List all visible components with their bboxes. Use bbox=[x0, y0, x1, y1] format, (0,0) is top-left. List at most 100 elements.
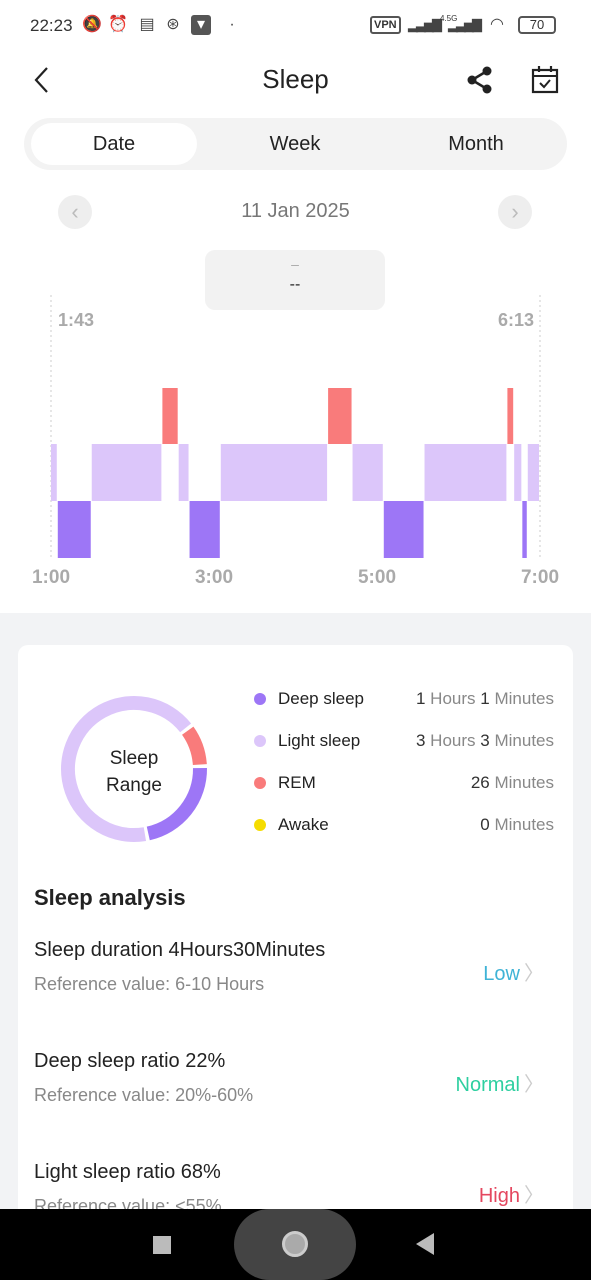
next-day-button[interactable]: › bbox=[498, 195, 532, 229]
minutes-unit: Minutes bbox=[494, 731, 554, 750]
tooltip-stage: -- bbox=[289, 276, 301, 293]
metric-value: 4Hours30Minutes bbox=[168, 939, 326, 961]
minutes-value: 0 bbox=[480, 815, 490, 834]
metric-value: 68% bbox=[180, 1161, 221, 1183]
alarm-icon: ⏰ bbox=[108, 16, 128, 33]
segment-light[interactable] bbox=[178, 444, 189, 501]
metric-value: 22% bbox=[185, 1050, 226, 1072]
segment-light[interactable] bbox=[527, 444, 539, 501]
segment-deep[interactable] bbox=[383, 501, 424, 558]
hours-unit: Hours bbox=[430, 731, 476, 750]
legend-label: REM bbox=[278, 773, 316, 792]
status-bar: 22:23 🔕 ⏰ ▤ ⊛ ▾ · VPN ▂▃▅▇ 4.5G ▂▃▅▇ ◠ 7… bbox=[0, 0, 591, 50]
metric: Light sleep ratio 68% bbox=[34, 1161, 544, 1184]
ring-label-line2: Range bbox=[106, 775, 162, 796]
segment-rem[interactable] bbox=[162, 388, 178, 444]
x-tick-label: 7:00 bbox=[521, 567, 559, 588]
hours-value: 3 bbox=[415, 731, 426, 750]
status-badge[interactable]: Low 〉 bbox=[483, 957, 544, 986]
back-nav-button[interactable] bbox=[416, 1233, 436, 1255]
minutes-unit: Minutes bbox=[494, 773, 554, 792]
tooltip-time: – bbox=[291, 256, 299, 272]
reference-value: 6-10 Hours bbox=[175, 974, 265, 994]
minutes-value: 3 bbox=[480, 731, 490, 750]
calendar-check-icon bbox=[531, 66, 559, 94]
wifi-icon: ◠ bbox=[490, 16, 504, 33]
metric: Sleep duration 4Hours30Minutes bbox=[34, 939, 544, 962]
segment-light[interactable] bbox=[220, 444, 328, 501]
dot-icon: · bbox=[229, 16, 235, 33]
reference-label: Reference value: bbox=[34, 974, 171, 994]
share-button[interactable] bbox=[464, 64, 496, 96]
ring-label-line1: Sleep bbox=[109, 748, 159, 769]
legend-value: 1 Hours 1 Minutes bbox=[416, 689, 554, 709]
legend-item-rem: REM 26 Minutes bbox=[254, 771, 554, 795]
metric-label: Sleep duration bbox=[34, 939, 163, 961]
legend-dot bbox=[254, 735, 266, 747]
calendar-button[interactable] bbox=[530, 64, 562, 96]
analysis-row[interactable]: Sleep duration 4Hours30Minutes Reference… bbox=[34, 939, 544, 1019]
legend-value: 0 Minutes bbox=[480, 815, 554, 835]
reference: Reference value: 6-10 Hours bbox=[34, 974, 544, 995]
start-time-label: 1:43 bbox=[58, 310, 94, 330]
analysis-row[interactable]: Deep sleep ratio 22% Reference value: 20… bbox=[34, 1050, 544, 1130]
segment-deep[interactable] bbox=[189, 501, 220, 558]
home-button[interactable] bbox=[234, 1209, 356, 1280]
segment-light[interactable] bbox=[352, 444, 383, 501]
chevron-right-icon: › bbox=[511, 199, 519, 224]
shield-icon: ▾ bbox=[191, 15, 211, 35]
message-icon: ▤ bbox=[139, 16, 155, 33]
status-text: Normal bbox=[455, 1074, 520, 1096]
segment-rem[interactable] bbox=[507, 388, 514, 444]
legend-label: Light sleep bbox=[278, 731, 361, 750]
status-text: Low bbox=[483, 963, 520, 985]
section-title: Sleep analysis bbox=[34, 885, 186, 910]
navigation-bar bbox=[0, 1209, 591, 1280]
x-tick-label: 1:00 bbox=[32, 567, 70, 588]
end-time-label: 6:13 bbox=[498, 310, 534, 330]
segment-light[interactable] bbox=[51, 444, 57, 501]
legend-label: Deep sleep bbox=[278, 689, 365, 708]
sleep-stage-chart[interactable]: 1:43 6:13 1:00 3:00 5:00 7:00 bbox=[0, 290, 591, 600]
segment-deep[interactable] bbox=[57, 501, 91, 558]
legend-item-light: Light sleep 3 Hours 3 Minutes bbox=[254, 729, 554, 753]
page-title: Sleep bbox=[262, 64, 329, 94]
battery-indicator: 70 bbox=[518, 16, 556, 34]
hours-unit: Hours bbox=[430, 689, 476, 708]
status-text: High bbox=[478, 1185, 520, 1207]
tab-week[interactable]: Week bbox=[212, 123, 378, 165]
recents-button[interactable] bbox=[153, 1236, 171, 1254]
signal-icon-2: ▂▃▅▇ bbox=[448, 17, 482, 32]
segment-light[interactable] bbox=[91, 444, 162, 501]
status-badge[interactable]: High 〉 bbox=[479, 1179, 544, 1208]
vpn-badge: VPN bbox=[370, 16, 401, 34]
segment-light[interactable] bbox=[514, 444, 522, 501]
legend-item-deep: Deep sleep 1 Hours 1 Minutes bbox=[254, 687, 554, 711]
chart-tooltip: – -- bbox=[205, 250, 385, 310]
segment-light[interactable] bbox=[424, 444, 507, 501]
segment-deep[interactable] bbox=[522, 501, 527, 558]
minutes-value: 26 bbox=[470, 773, 490, 792]
legend-value: 26 Minutes bbox=[471, 773, 554, 793]
legend-dot bbox=[254, 777, 266, 789]
legend-value: 3 Hours 3 Minutes bbox=[416, 731, 554, 751]
metric-label: Deep sleep ratio bbox=[34, 1050, 180, 1072]
ring-center-label: Sleep Range bbox=[58, 745, 210, 799]
x-tick-label: 3:00 bbox=[195, 567, 233, 588]
status-time: 22:23 bbox=[30, 16, 73, 35]
hours-value: 1 bbox=[415, 689, 426, 708]
status-badge[interactable]: Normal 〉 bbox=[456, 1068, 544, 1097]
legend-item-awake: Awake 0 Minutes bbox=[254, 813, 554, 837]
chevron-right-icon: 〉 bbox=[524, 1185, 544, 1207]
minutes-unit: Minutes bbox=[494, 815, 554, 834]
share-icon bbox=[467, 66, 492, 94]
home-icon bbox=[282, 1231, 308, 1257]
signal-icon: ▂▃▅▇ bbox=[408, 17, 442, 32]
tab-month[interactable]: Month bbox=[393, 123, 559, 165]
minutes-unit: Minutes bbox=[494, 689, 554, 708]
reference-value: 20%-60% bbox=[175, 1085, 254, 1105]
tab-date[interactable]: Date bbox=[31, 123, 197, 165]
summary-card: Sleep Range Deep sleep 1 Hours 1 Minutes L… bbox=[18, 645, 573, 1245]
legend-dot bbox=[254, 819, 266, 831]
segment-rem[interactable] bbox=[328, 388, 352, 444]
